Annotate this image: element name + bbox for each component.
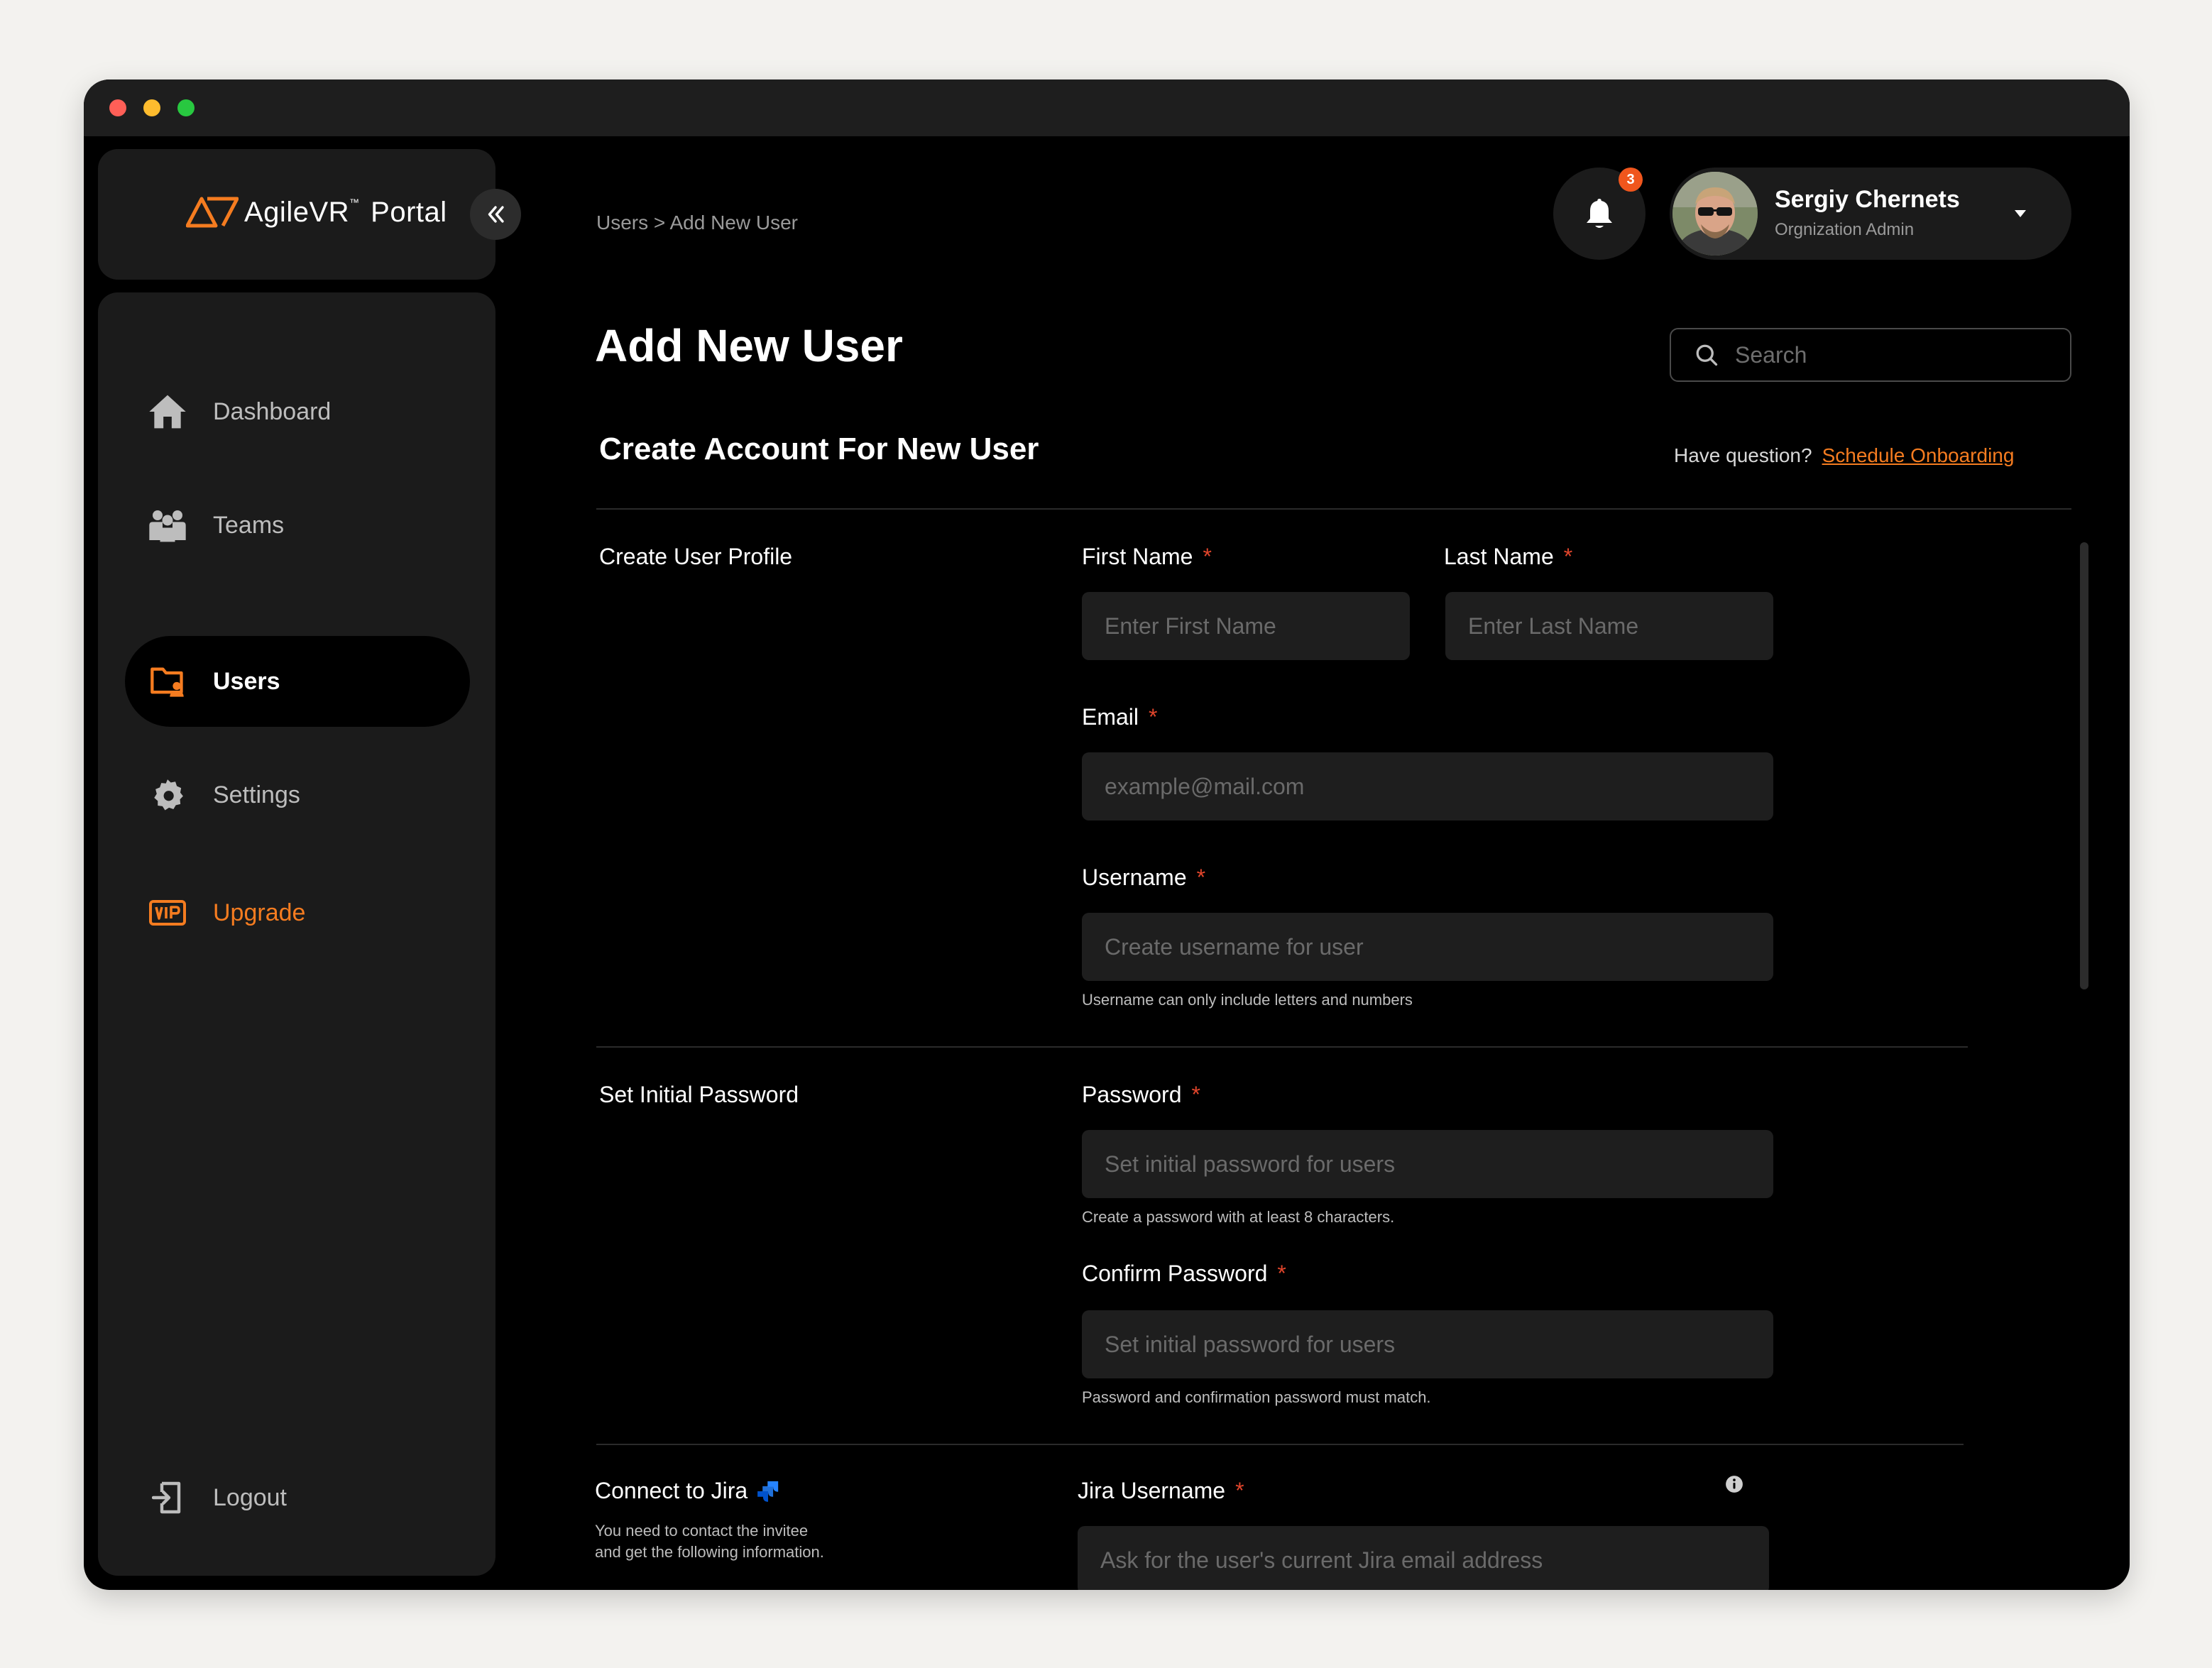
app-window: AgileVR™ Portal Dashboard Teams Users Se… — [84, 79, 2130, 1590]
password-label-text: Password — [1082, 1082, 1182, 1107]
last-name-field[interactable] — [1445, 592, 1773, 660]
first-name-label-text: First Name — [1082, 544, 1193, 569]
brand-tm: ™ — [349, 196, 360, 208]
user-name: Sergiy Chernets — [1775, 186, 1960, 213]
jira-username-label-text: Jira Username — [1078, 1478, 1226, 1503]
last-name-label-text: Last Name — [1444, 544, 1554, 569]
team-icon — [148, 505, 187, 545]
email-label-text: Email — [1082, 704, 1139, 730]
app-logo: AgileVR™ Portal — [186, 196, 447, 229]
last-name-label: Last Name * — [1444, 544, 1572, 570]
logo-card: AgileVR™ Portal — [98, 149, 495, 280]
jira-description-line-1: You need to contact the invitee — [595, 1522, 809, 1540]
caret-down-icon — [2015, 210, 2026, 217]
sidebar-item-label: Users — [213, 667, 280, 695]
first-name-label: First Name * — [1082, 544, 1212, 570]
first-name-field[interactable] — [1082, 592, 1410, 660]
required-mark: * — [1563, 544, 1573, 569]
vip-icon — [148, 893, 187, 933]
close-window-button[interactable] — [109, 99, 126, 116]
confirm-password-hint: Password and confirmation password must … — [1082, 1388, 1431, 1406]
logout-button[interactable]: Logout — [125, 1452, 470, 1543]
required-mark: * — [1203, 544, 1212, 569]
user-role: Orgnization Admin — [1775, 220, 1915, 239]
logout-label: Logout — [213, 1483, 287, 1511]
email-label: Email * — [1082, 704, 1157, 730]
section-title: Create Account For New User — [599, 432, 1039, 466]
email-field[interactable] — [1082, 752, 1773, 821]
jira-description-line-2: and get the following information. — [595, 1543, 824, 1561]
schedule-onboarding-link[interactable]: Schedule Onboarding — [1822, 444, 2015, 467]
user-profile-menu[interactable]: Sergiy Chernets Orgnization Admin — [1670, 168, 2071, 260]
brand-suffix: Portal — [371, 196, 447, 228]
group-label-profile: Create User Profile — [599, 544, 793, 569]
avatar — [1672, 172, 1758, 256]
password-field[interactable] — [1082, 1130, 1773, 1198]
minimize-window-button[interactable] — [143, 99, 160, 116]
jira-icon — [757, 1481, 779, 1502]
username-field[interactable] — [1082, 913, 1773, 981]
divider — [596, 1444, 1964, 1445]
required-mark: * — [1235, 1478, 1244, 1503]
required-mark: * — [1277, 1261, 1286, 1286]
required-mark: * — [1149, 704, 1158, 730]
sidebar-item-label: Settings — [213, 781, 300, 808]
sidebar-item-label: Upgrade — [213, 899, 306, 926]
username-label-text: Username — [1082, 865, 1187, 890]
sidebar-item-label: Teams — [213, 511, 285, 539]
collapse-sidebar-button[interactable] — [470, 189, 521, 240]
password-hint: Create a password with at least 8 charac… — [1082, 1208, 1395, 1226]
username-hint: Username can only include letters and nu… — [1082, 991, 1413, 1009]
breadcrumb[interactable]: Users > Add New User — [596, 212, 798, 234]
sidebar-item-upgrade[interactable]: Upgrade — [125, 867, 470, 958]
title-bar — [84, 79, 2130, 136]
group-label-jira: Connect to Jira — [595, 1478, 780, 1504]
group-label-jira-text: Connect to Jira — [595, 1478, 748, 1503]
logo-text: AgileVR™ Portal — [244, 197, 447, 229]
home-icon — [148, 392, 187, 432]
confirm-password-field[interactable] — [1082, 1310, 1773, 1378]
group-label-password: Set Initial Password — [599, 1082, 799, 1107]
username-label: Username * — [1082, 865, 1205, 891]
sidebar-item-teams[interactable]: Teams — [125, 480, 470, 571]
gear-icon — [148, 775, 187, 815]
confirm-password-label-text: Confirm Password — [1082, 1261, 1268, 1286]
scrollbar[interactable] — [2080, 542, 2088, 989]
sidebar-item-settings[interactable]: Settings — [125, 750, 470, 840]
question-text: Have question? — [1674, 444, 1812, 466]
confirm-password-label: Confirm Password * — [1082, 1261, 1286, 1287]
user-folder-icon — [148, 662, 187, 701]
bell-icon — [1587, 199, 1612, 228]
required-mark: * — [1191, 1082, 1200, 1107]
sidebar-item-users[interactable]: Users — [125, 636, 470, 727]
logout-icon — [148, 1478, 187, 1518]
notification-count-badge: 3 — [1619, 168, 1643, 192]
page-title: Add New User — [595, 320, 903, 371]
agilevr-logo-icon — [186, 197, 239, 228]
required-mark: * — [1196, 865, 1206, 890]
divider — [596, 1046, 1968, 1048]
info-icon[interactable] — [1725, 1475, 1743, 1493]
double-chevron-left-icon — [488, 206, 504, 223]
search-icon — [1692, 341, 1721, 369]
jira-username-field[interactable] — [1078, 1526, 1769, 1590]
sidebar-item-label: Dashboard — [213, 397, 332, 425]
help-prompt: Have question? Schedule Onboarding — [1674, 444, 2014, 467]
sidebar-nav: Dashboard Teams Users Settings Upgrade L… — [98, 292, 495, 1576]
password-label: Password * — [1082, 1082, 1200, 1108]
divider — [596, 508, 2071, 510]
search-box[interactable] — [1670, 328, 2071, 382]
brand-name: AgileVR — [244, 196, 350, 228]
maximize-window-button[interactable] — [177, 99, 195, 116]
sidebar-item-dashboard[interactable]: Dashboard — [125, 366, 470, 457]
jira-description: You need to contact the invitee and get … — [595, 1520, 824, 1563]
search-input[interactable] — [1735, 341, 2047, 368]
jira-username-label: Jira Username * — [1078, 1478, 1244, 1504]
